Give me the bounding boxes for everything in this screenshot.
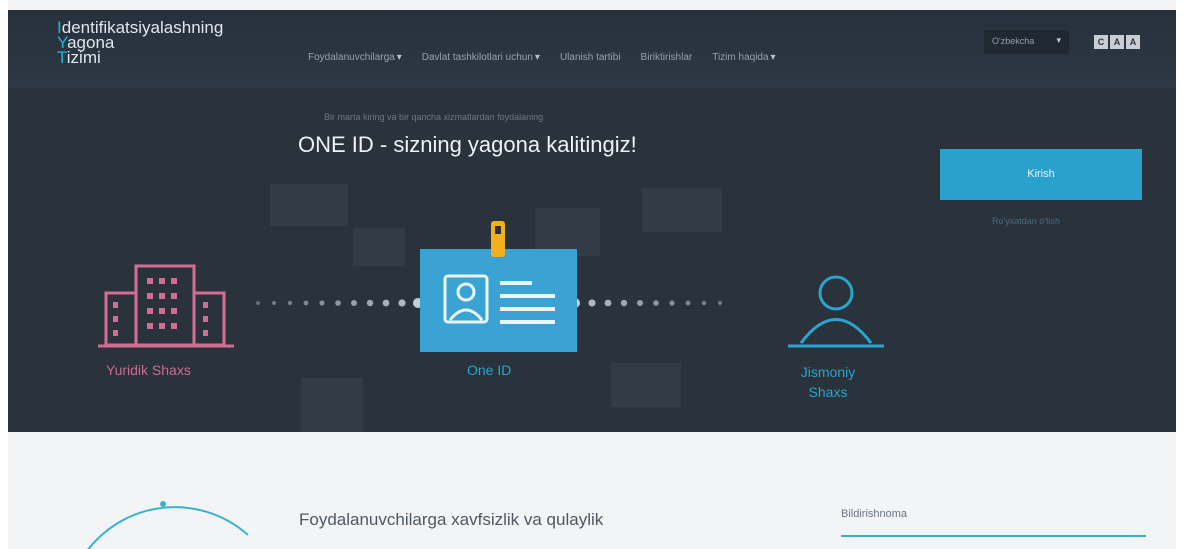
connection-dots-left [256,298,423,308]
connection-dots-right [570,298,722,308]
one-id-label: One ID [467,362,512,378]
main-menu: Foydalanuvchilarga ▾ Davlat tashkilotlari… [308,52,776,63]
person-icon [788,275,884,348]
hero-section: Bir marta kiring va bir qancha xizmatlar… [8,88,1176,432]
login-button[interactable]: Kirish [940,149,1142,200]
language-selected-value: O'zbekcha [992,36,1035,46]
individual-label-line-1: Jismoniy [800,364,856,380]
top-navigation-bar: Identifikatsiyalashning Yagona Tizimi Fo… [8,10,1176,88]
font-size-large-button[interactable]: A [1126,35,1140,49]
site-logo[interactable]: Identifikatsiyalashning Yagona Tizimi [57,19,223,67]
notification-underline [841,535,1146,537]
nav-item-about[interactable]: Tizim haqida ▾ [712,52,775,63]
nav-item-connection[interactable]: Ulanish tartibi [560,52,621,63]
font-size-button[interactable]: A [1110,35,1124,49]
nav-item-links[interactable]: Biriktirishlar [641,52,693,63]
logo-line-3: izimi [66,48,101,67]
contrast-button[interactable]: C [1094,35,1108,49]
circle-decoration [87,501,249,549]
building-icon [98,264,234,348]
nav-item-label: Biriktirishlar [640,52,693,63]
logo-letter-t: T [57,48,67,67]
id-card-icon [420,221,577,352]
chevron-down-icon: ▾ [770,52,776,63]
notification-title[interactable]: Bildirishnoma [841,508,907,520]
connection-diagram [98,221,884,352]
register-link[interactable]: Ro'yxatdan o'tish [992,216,1060,226]
section-headline: Foydalanuvchilarga xavfsizlik va qulayli… [299,510,604,529]
chevron-down-icon: ▾ [1056,35,1061,45]
language-select[interactable]: O'zbekcha ▾ [984,30,1069,54]
nav-item-label: Foydalanuvchilarga [308,52,395,63]
nav-item-government[interactable]: Davlat tashkilotlari uchun ▾ [422,52,540,63]
accessibility-controls: C A A [1094,35,1140,49]
nav-item-label: Tizim haqida [712,52,769,63]
page: Identifikatsiyalashning Yagona Tizimi Fo… [8,0,1176,549]
nav-item-users[interactable]: Foydalanuvchilarga ▾ [308,52,402,63]
nav-item-label: Davlat tashkilotlari uchun [421,52,533,63]
legal-entity-label: Yuridik Shaxs [106,362,191,378]
nav-item-label: Ulanish tartibi [559,52,621,63]
individual-label-line-2: Shaxs [808,384,848,400]
individual-label: Jismoniy Shaxs [788,362,868,402]
chevron-down-icon: ▾ [396,52,402,63]
chevron-down-icon: ▾ [534,52,540,63]
